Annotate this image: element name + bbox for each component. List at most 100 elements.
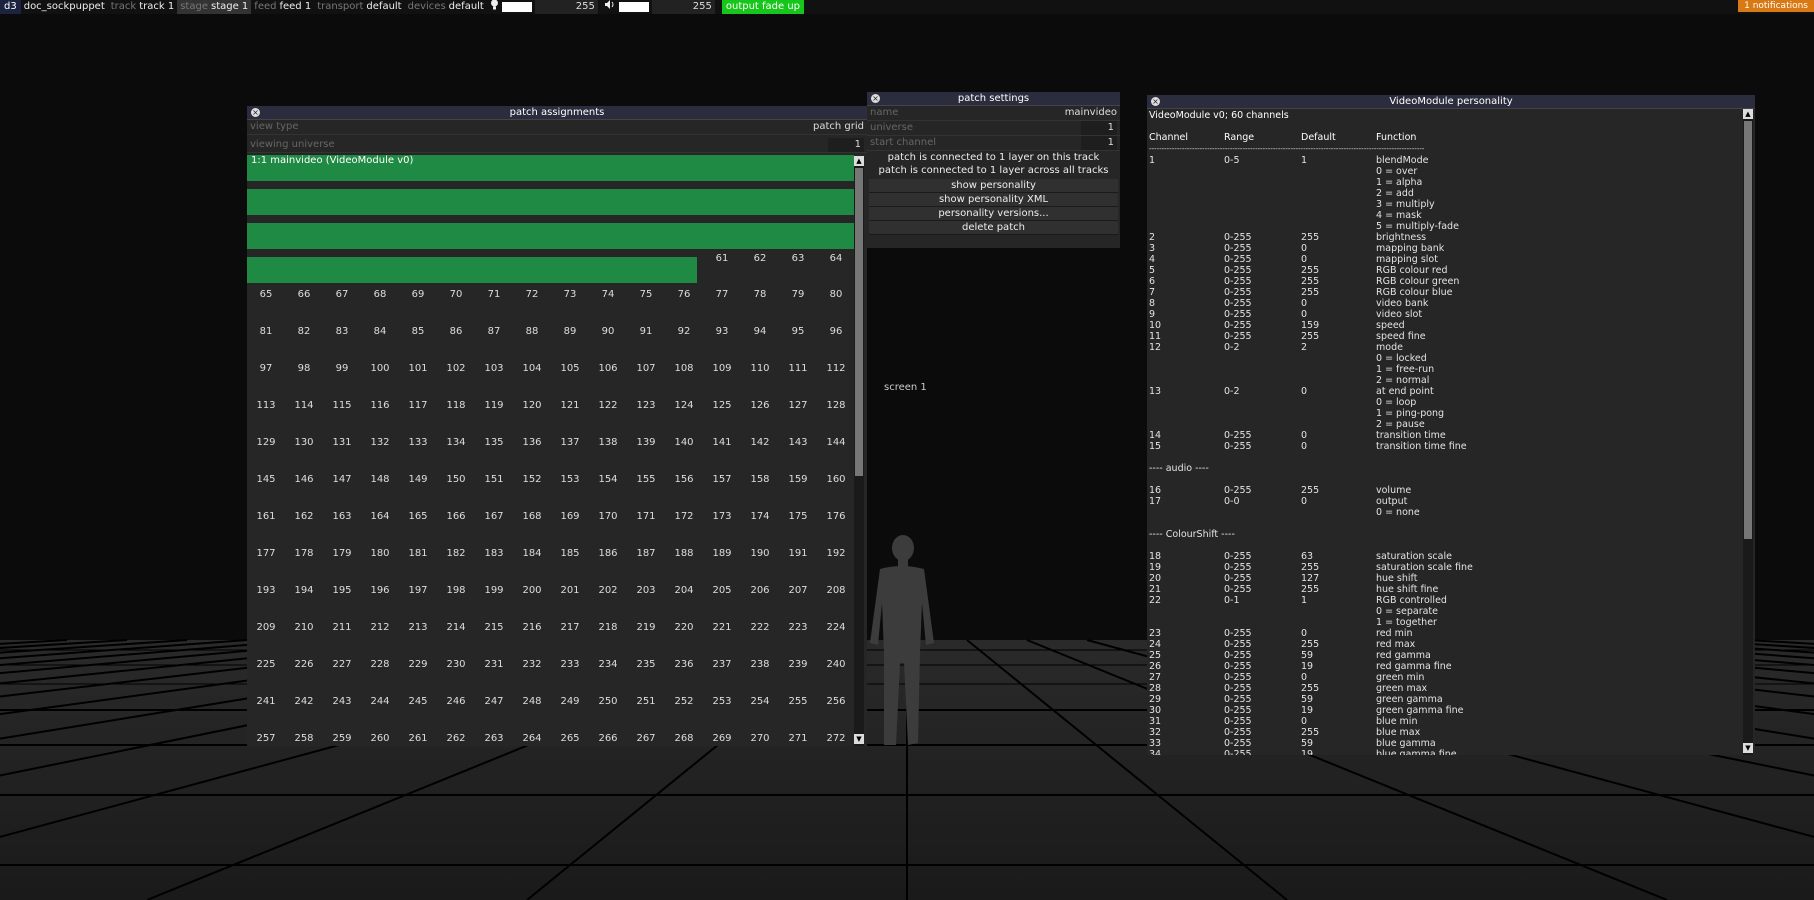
scroll-down-icon[interactable]: ▼ (1743, 743, 1753, 753)
channel-cell[interactable]: 141 (703, 437, 741, 448)
channel-cell[interactable]: 201 (551, 585, 589, 596)
output-fade-button[interactable]: output fade up (721, 0, 805, 14)
channel-cell[interactable]: 78 (741, 289, 779, 300)
channel-cell[interactable]: 121 (551, 400, 589, 411)
channel-cell[interactable]: 213 (399, 622, 437, 633)
close-icon[interactable]: × (251, 108, 260, 117)
channel-cell[interactable]: 98 (285, 363, 323, 374)
channel-cell[interactable]: 216 (513, 622, 551, 633)
channel-cell[interactable]: 173 (703, 511, 741, 522)
channel-cell[interactable]: 79 (779, 289, 817, 300)
channel-cell[interactable]: 240 (817, 659, 855, 670)
channel-cell[interactable]: 167 (475, 511, 513, 522)
close-icon[interactable]: × (1151, 97, 1160, 106)
channel-cell[interactable]: 123 (627, 400, 665, 411)
channel-cell[interactable]: 197 (399, 585, 437, 596)
channel-cell[interactable]: 139 (627, 437, 665, 448)
channel-cell[interactable]: 205 (703, 585, 741, 596)
personality-titlebar[interactable]: × VideoModule personality (1147, 95, 1755, 109)
show-personality-xml-button[interactable]: show personality XML (869, 193, 1118, 207)
channel-cell[interactable]: 222 (741, 622, 779, 633)
channel-cell[interactable]: 143 (779, 437, 817, 448)
channel-cell[interactable]: 193 (247, 585, 285, 596)
channel-cell[interactable]: 150 (437, 474, 475, 485)
channel-cell[interactable]: 179 (323, 548, 361, 559)
channel-cell[interactable]: 221 (703, 622, 741, 633)
channel-cell[interactable]: 219 (627, 622, 665, 633)
channel-cell[interactable]: 126 (741, 400, 779, 411)
channel-cell[interactable]: 248 (513, 696, 551, 707)
channel-cell[interactable]: 100 (361, 363, 399, 374)
view-type-field[interactable]: view type patch grid (247, 120, 867, 135)
channel-cell[interactable]: 102 (437, 363, 475, 374)
channel-cell[interactable]: 101 (399, 363, 437, 374)
channel-cell[interactable]: 154 (589, 474, 627, 485)
channel-cell[interactable]: 140 (665, 437, 703, 448)
channel-cell[interactable]: 124 (665, 400, 703, 411)
channel-cell[interactable]: 109 (703, 363, 741, 374)
channel-cell[interactable]: 116 (361, 400, 399, 411)
channel-cell[interactable]: 133 (399, 437, 437, 448)
channel-cell[interactable]: 132 (361, 437, 399, 448)
channel-cell[interactable]: 68 (361, 289, 399, 300)
channel-cell[interactable]: 85 (399, 326, 437, 337)
channel-cell[interactable]: 265 (551, 733, 589, 744)
channel-cell[interactable]: 270 (741, 733, 779, 744)
channel-cell[interactable]: 69 (399, 289, 437, 300)
volume-slider[interactable] (618, 2, 649, 12)
devices-selector[interactable]: devices default (405, 0, 487, 14)
channel-cell[interactable]: 90 (589, 326, 627, 337)
channel-cell[interactable]: 196 (361, 585, 399, 596)
channel-cell[interactable]: 61 (703, 253, 741, 264)
channel-cell[interactable]: 70 (437, 289, 475, 300)
channel-cell[interactable]: 217 (551, 622, 589, 633)
channel-cell[interactable]: 215 (475, 622, 513, 633)
channel-cell[interactable]: 245 (399, 696, 437, 707)
channel-cell[interactable]: 211 (323, 622, 361, 633)
scroll-up-icon[interactable]: ▲ (1743, 109, 1753, 119)
channel-cell[interactable]: 106 (589, 363, 627, 374)
channel-cell[interactable]: 166 (437, 511, 475, 522)
channel-cell[interactable]: 249 (551, 696, 589, 707)
channel-cell[interactable]: 198 (437, 585, 475, 596)
channel-cell[interactable]: 83 (323, 326, 361, 337)
channel-cell[interactable]: 271 (779, 733, 817, 744)
channel-cell[interactable]: 104 (513, 363, 551, 374)
patch-settings-titlebar[interactable]: × patch settings (867, 92, 1120, 106)
start-channel-field[interactable]: start channel 1 (867, 136, 1120, 151)
channel-cell[interactable]: 176 (817, 511, 855, 522)
doc-name[interactable]: doc_sockpuppet (21, 0, 108, 14)
stage-selector[interactable]: stage stage 1 (177, 0, 252, 14)
channel-cell[interactable]: 74 (589, 289, 627, 300)
channel-cell[interactable]: 93 (703, 326, 741, 337)
channel-cell[interactable]: 157 (703, 474, 741, 485)
channel-cell[interactable]: 94 (741, 326, 779, 337)
channel-cell[interactable]: 64 (817, 253, 855, 264)
channel-cell[interactable]: 174 (741, 511, 779, 522)
close-icon[interactable]: × (871, 94, 880, 103)
channel-cell[interactable]: 135 (475, 437, 513, 448)
channel-cell[interactable]: 259 (323, 733, 361, 744)
channel-cell[interactable]: 131 (323, 437, 361, 448)
channel-cell[interactable]: 82 (285, 326, 323, 337)
track-selector[interactable]: track track 1 (108, 0, 177, 14)
channel-cell[interactable]: 247 (475, 696, 513, 707)
channel-cell[interactable]: 225 (247, 659, 285, 670)
channel-cell[interactable]: 191 (779, 548, 817, 559)
channel-cell[interactable]: 75 (627, 289, 665, 300)
channel-cell[interactable]: 171 (627, 511, 665, 522)
scroll-thumb[interactable] (855, 168, 863, 476)
scroll-thumb[interactable] (1744, 121, 1752, 539)
channel-cell[interactable]: 148 (361, 474, 399, 485)
channel-cell[interactable]: 253 (703, 696, 741, 707)
channel-cell[interactable]: 234 (589, 659, 627, 670)
channel-cell[interactable]: 226 (285, 659, 323, 670)
channel-cell[interactable]: 89 (551, 326, 589, 337)
channel-cell[interactable]: 220 (665, 622, 703, 633)
channel-cell[interactable]: 138 (589, 437, 627, 448)
channel-cell[interactable]: 125 (703, 400, 741, 411)
channel-cell[interactable]: 195 (323, 585, 361, 596)
channel-cell[interactable]: 218 (589, 622, 627, 633)
channel-cell[interactable]: 103 (475, 363, 513, 374)
channel-cell[interactable]: 262 (437, 733, 475, 744)
